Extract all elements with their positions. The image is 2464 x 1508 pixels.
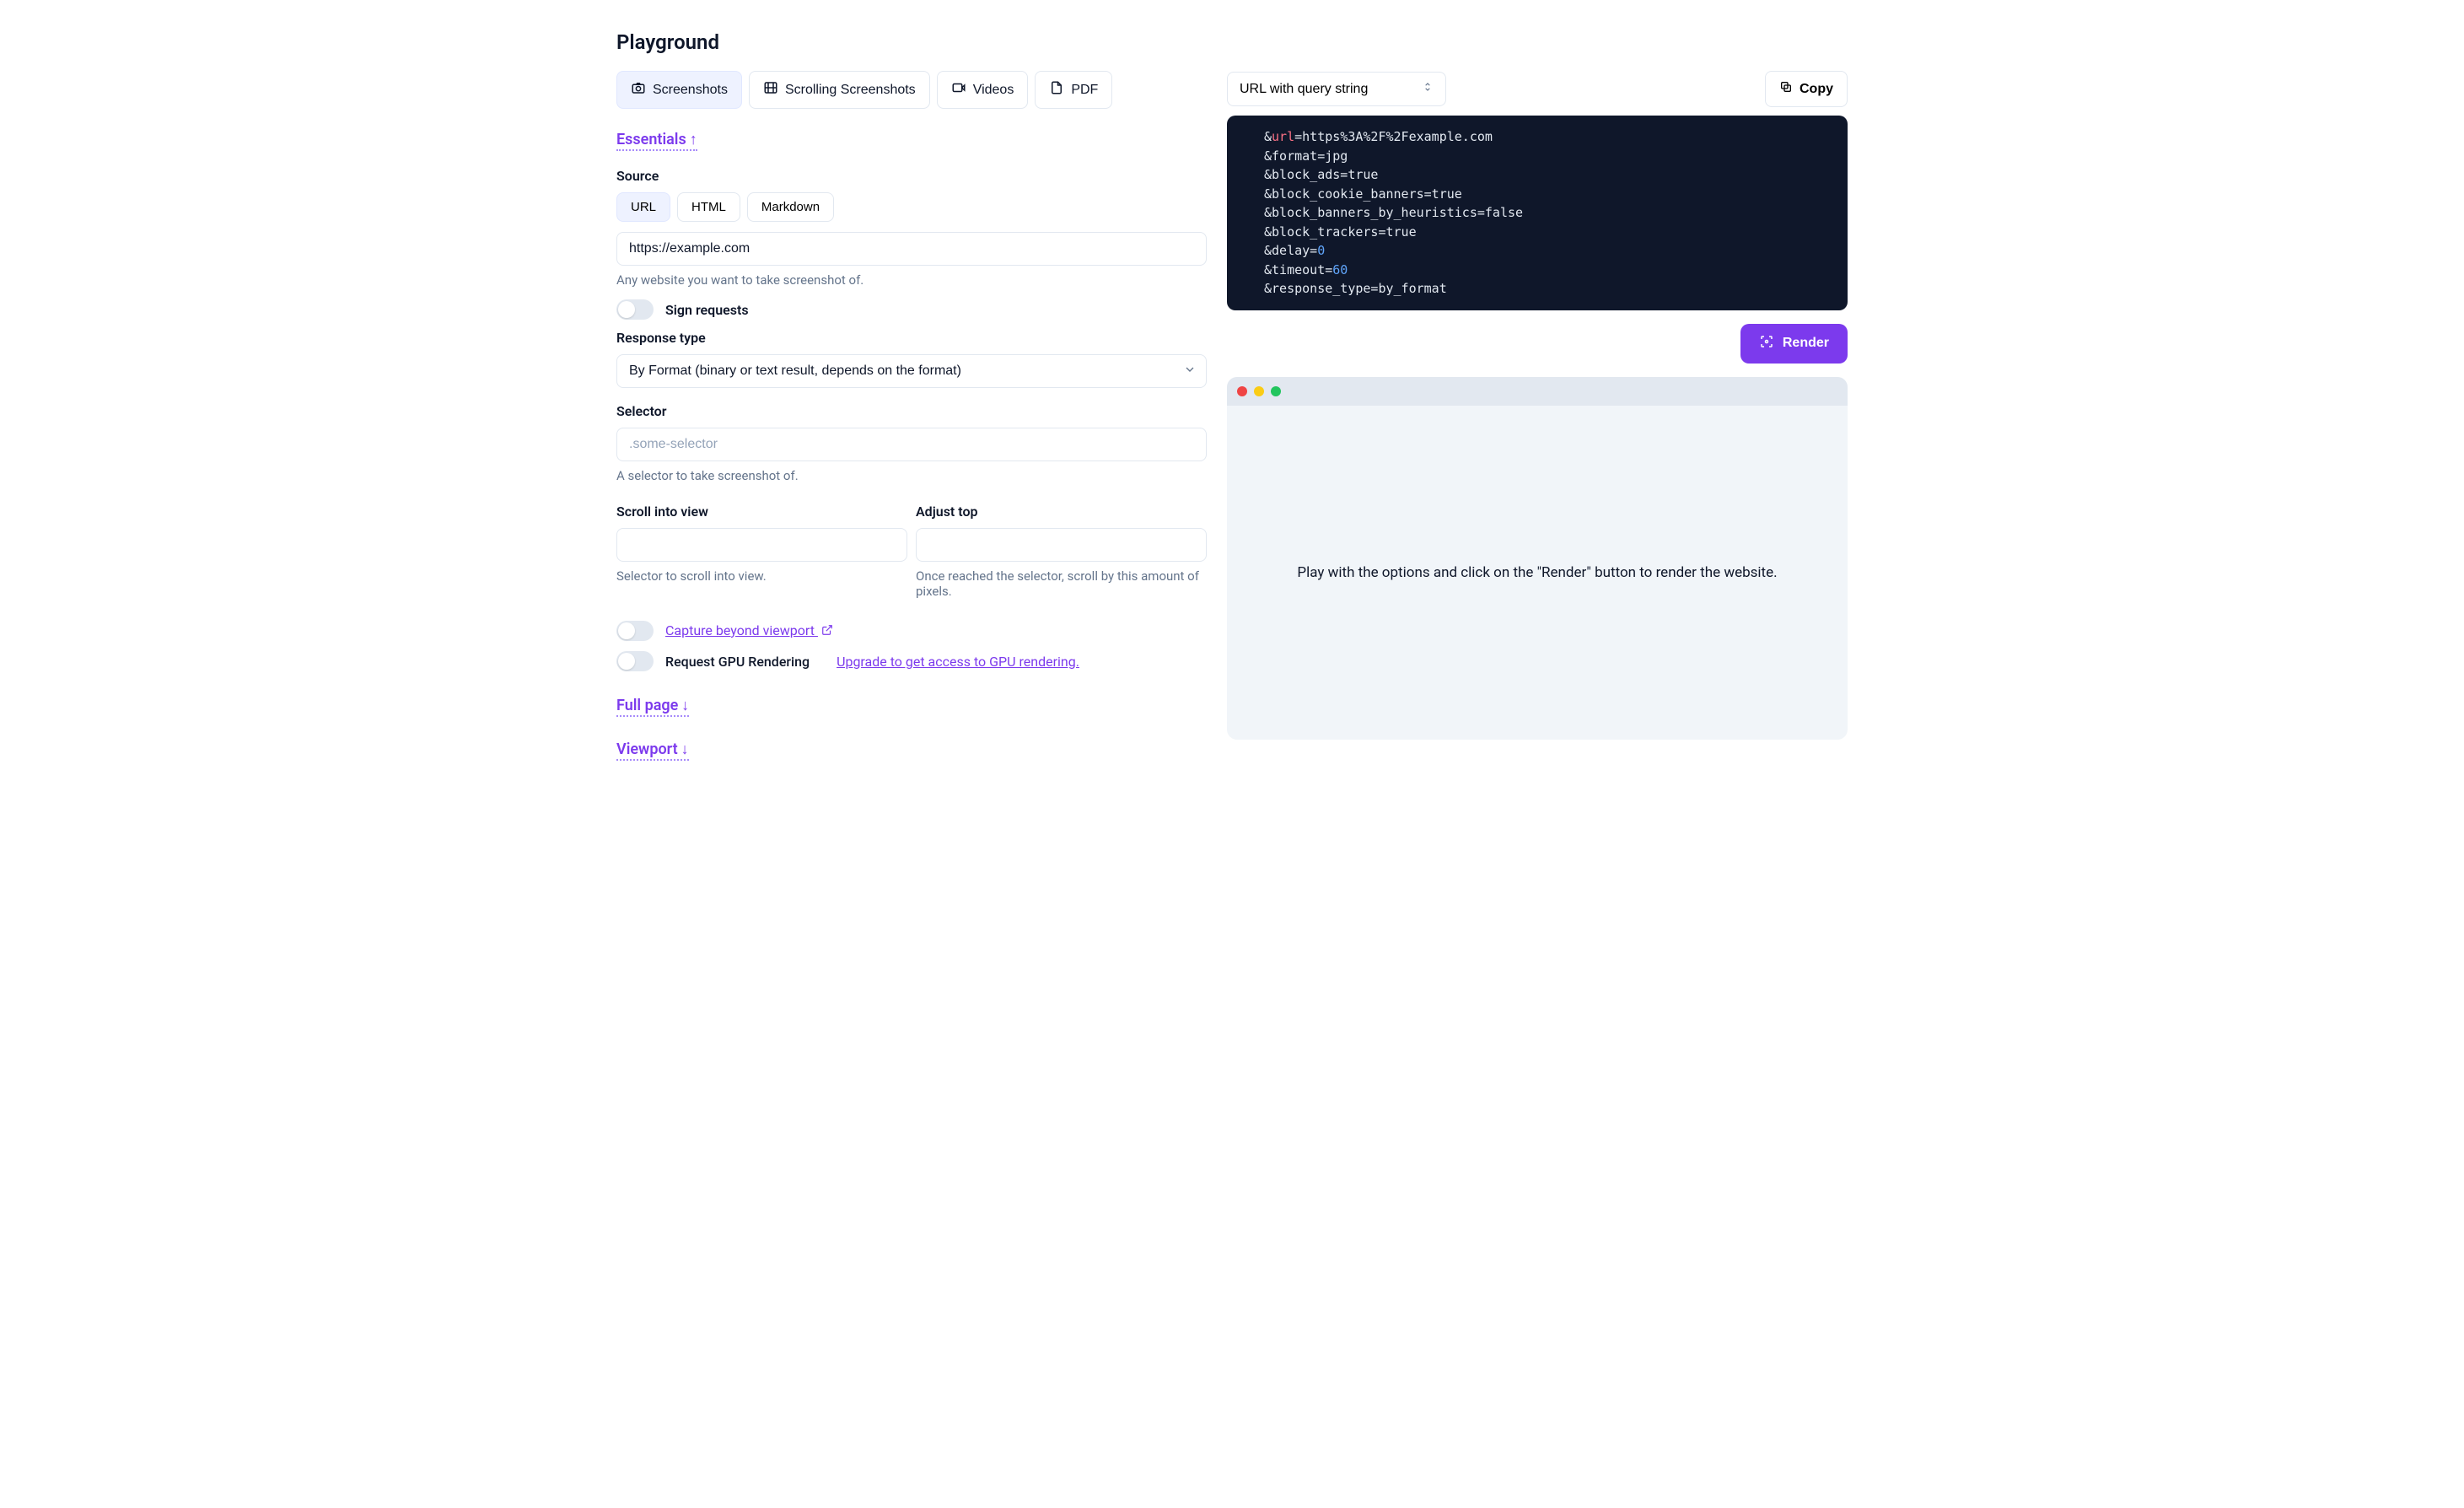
- section-full-page[interactable]: Full page↓: [616, 697, 689, 717]
- code-mode-value: URL with query string: [1240, 82, 1368, 97]
- gpu-upgrade-link[interactable]: Upgrade to get access to GPU rendering.: [837, 654, 1079, 670]
- window-dot-green: [1271, 386, 1281, 396]
- copy-icon: [1779, 80, 1793, 98]
- section-label: Full page: [616, 697, 678, 714]
- tab-videos[interactable]: Videos: [937, 71, 1029, 109]
- code-mode-select[interactable]: URL with query string: [1227, 72, 1446, 106]
- sign-requests-label: Sign requests: [665, 302, 749, 318]
- tab-scrolling-screenshots[interactable]: Scrolling Screenshots: [749, 71, 930, 109]
- tab-label: Scrolling Screenshots: [785, 83, 916, 98]
- tab-label: PDF: [1071, 83, 1098, 98]
- copy-button[interactable]: Copy: [1765, 71, 1848, 107]
- request-type-tabs: Screenshots Scrolling Screenshots Videos: [616, 71, 1207, 109]
- page-title: Playground: [616, 30, 1848, 54]
- response-type-select[interactable]: By Format (binary or text result, depend…: [616, 354, 1207, 388]
- sign-requests-toggle[interactable]: [616, 299, 654, 320]
- source-markdown[interactable]: Markdown: [747, 192, 834, 222]
- scroll-into-view-input[interactable]: [616, 528, 907, 562]
- chevron-up-down-icon: [1422, 81, 1434, 97]
- file-icon: [1049, 80, 1064, 100]
- scan-icon: [1759, 334, 1774, 353]
- source-label: Source: [616, 168, 1207, 184]
- preview-placeholder: Play with the options and click on the "…: [1297, 564, 1777, 581]
- gpu-rendering-toggle[interactable]: [616, 651, 654, 671]
- source-segmented: URL HTML Markdown: [616, 192, 1207, 222]
- tab-pdf[interactable]: PDF: [1035, 71, 1112, 109]
- arrow-up-icon: ↑: [690, 131, 697, 148]
- scroll-into-view-label: Scroll into view: [616, 504, 907, 520]
- adjust-top-label: Adjust top: [916, 504, 1207, 520]
- response-type-label: Response type: [616, 330, 1207, 346]
- source-html[interactable]: HTML: [677, 192, 740, 222]
- section-viewport[interactable]: Viewport↓: [616, 741, 689, 761]
- link-label: Capture beyond viewport: [665, 622, 815, 638]
- gpu-rendering-label: Request GPU Rendering: [665, 654, 810, 670]
- camera-icon: [631, 80, 646, 100]
- arrow-down-icon: ↓: [681, 741, 689, 758]
- selector-help: A selector to take screenshot of.: [616, 468, 1207, 483]
- window-dot-red: [1237, 386, 1247, 396]
- section-essentials[interactable]: Essentials↑: [616, 131, 697, 151]
- url-input[interactable]: [616, 232, 1207, 266]
- url-help: Any website you want to take screenshot …: [616, 272, 1207, 288]
- selector-input[interactable]: [616, 428, 1207, 461]
- render-button[interactable]: Render: [1740, 324, 1848, 364]
- film-icon: [763, 80, 778, 100]
- section-label: Viewport: [616, 741, 678, 758]
- selector-label: Selector: [616, 403, 1207, 419]
- video-icon: [951, 80, 966, 100]
- capture-beyond-viewport-link[interactable]: Capture beyond viewport: [665, 622, 833, 639]
- preview-titlebar: [1227, 377, 1848, 406]
- adjust-top-input[interactable]: [916, 528, 1207, 562]
- section-label: Essentials: [616, 131, 686, 148]
- preview-frame: Play with the options and click on the "…: [1227, 377, 1848, 740]
- adjust-top-help: Once reached the selector, scroll by thi…: [916, 568, 1207, 599]
- code-block: &url=https%3A%2F%2Fexample.com &format=j…: [1227, 116, 1848, 310]
- source-url[interactable]: URL: [616, 192, 670, 222]
- external-link-icon: [821, 623, 833, 639]
- tab-label: Videos: [973, 83, 1014, 98]
- arrow-down-icon: ↓: [681, 697, 689, 714]
- render-label: Render: [1783, 336, 1829, 351]
- scroll-into-view-help: Selector to scroll into view.: [616, 568, 907, 584]
- tab-label: Screenshots: [653, 83, 728, 98]
- copy-label: Copy: [1800, 82, 1833, 97]
- capture-beyond-viewport-toggle[interactable]: [616, 621, 654, 641]
- tab-screenshots[interactable]: Screenshots: [616, 71, 742, 109]
- window-dot-yellow: [1254, 386, 1264, 396]
